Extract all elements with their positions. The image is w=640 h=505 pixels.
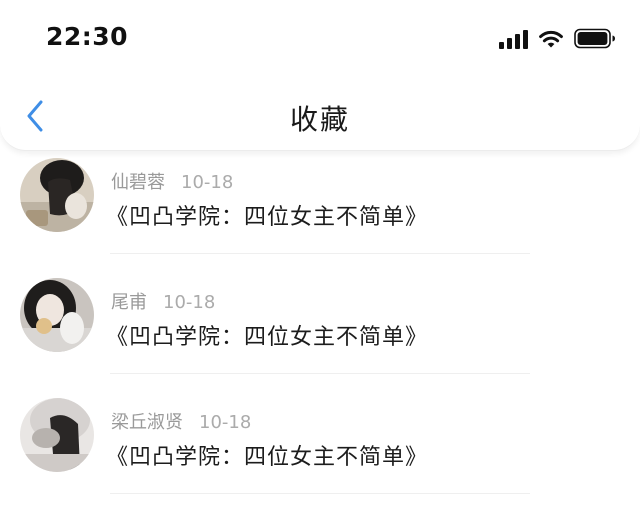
battery-icon (574, 28, 615, 49)
avatar[interactable] (20, 398, 94, 472)
item-meta: 尾甫 10-18 (111, 288, 215, 314)
avatar[interactable] (20, 278, 94, 352)
item-title[interactable]: 《凹凸学院：四位女主不简单》 (106, 199, 428, 231)
list-item[interactable]: 梁丘淑贤 10-18 《凹凸学院：四位女主不简单》 (0, 390, 640, 505)
divider (110, 373, 530, 374)
item-date: 10-18 (181, 172, 234, 193)
item-title[interactable]: 《凹凸学院：四位女主不简单》 (106, 439, 428, 471)
list-item[interactable]: 仙碧蓉 10-18 《凹凸学院：四位女主不简单》 (0, 150, 640, 270)
author-name: 梁丘淑贤 (111, 412, 183, 433)
item-title[interactable]: 《凹凸学院：四位女主不简单》 (106, 319, 428, 351)
header-card: 22:30 收藏 (0, 0, 640, 151)
divider (110, 493, 530, 494)
status-icons (499, 27, 616, 49)
author-name: 尾甫 (111, 292, 147, 313)
status-bar: 22:30 (0, 0, 640, 78)
item-meta: 仙碧蓉 10-18 (111, 168, 233, 194)
divider (110, 253, 530, 254)
status-time: 22:30 (46, 22, 129, 51)
item-date: 10-18 (163, 292, 216, 313)
favorites-list: 仙碧蓉 10-18 《凹凸学院：四位女主不简单》 尾甫 10-18 《凹凸学院：四位… (0, 150, 640, 505)
author-name: 仙碧蓉 (111, 172, 165, 193)
wifi-icon (539, 30, 563, 48)
item-date: 10-18 (199, 412, 252, 433)
nav-bar: 收藏 (0, 82, 640, 150)
list-item[interactable]: 尾甫 10-18 《凹凸学院：四位女主不简单》 (0, 270, 640, 390)
item-meta: 梁丘淑贤 10-18 (111, 408, 251, 434)
signal-icon (499, 30, 528, 49)
favorites-screen: 22:30 收藏 仙碧蓉 10-18 《凹凸学院：四位女主不简单》 尾甫 10-… (0, 0, 640, 505)
avatar[interactable] (20, 158, 94, 232)
page-title: 收藏 (289, 103, 350, 136)
